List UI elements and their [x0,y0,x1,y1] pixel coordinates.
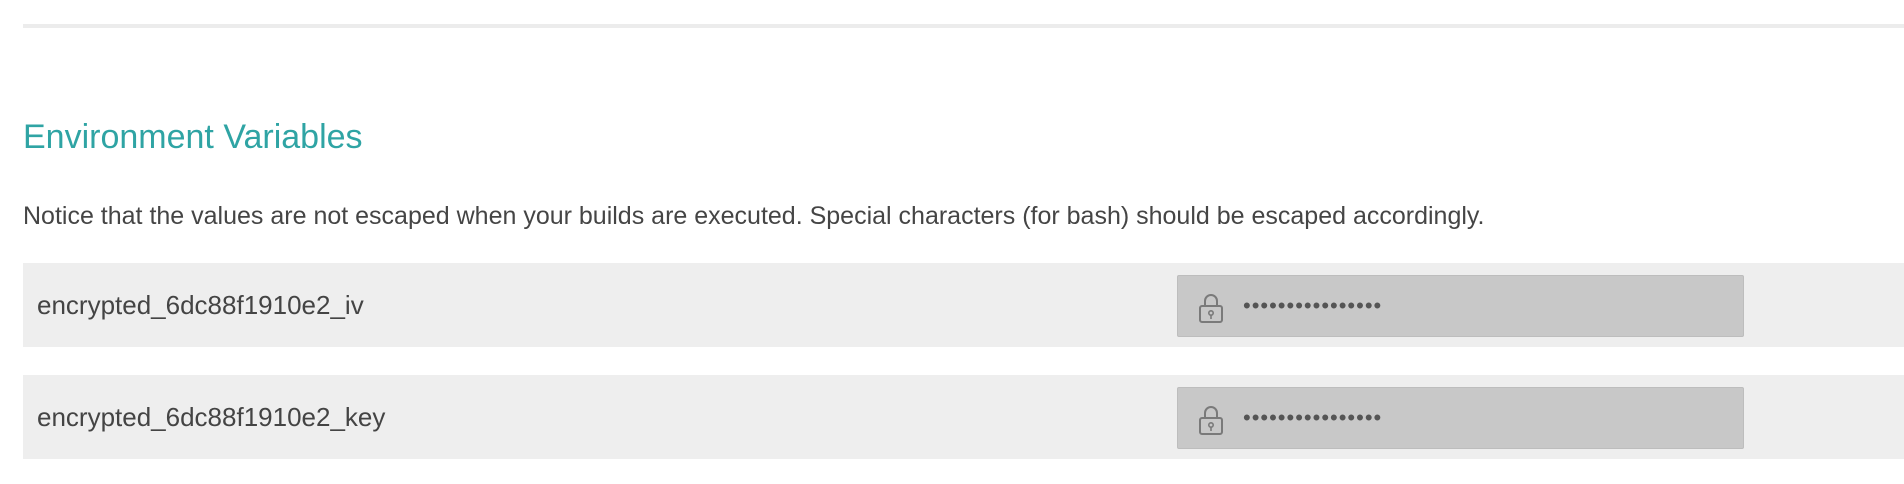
env-var-name: encrypted_6dc88f1910e2_iv [37,290,364,320]
masked-value: •••••••••••••••• [1243,405,1383,430]
env-var-value-field[interactable]: •••••••••••••••• [1177,387,1744,449]
env-var-list: encrypted_6dc88f1910e2_iv ••••••••••••••… [23,263,1904,484]
lock-icon [1199,406,1223,435]
env-var-row: encrypted_6dc88f1910e2_iv ••••••••••••••… [23,263,1904,347]
settings-page: Environment Variables Notice that the va… [0,0,1904,484]
env-var-row: encrypted_6dc88f1910e2_key •••••••••••••… [23,375,1904,459]
escape-notice: Notice that the values are not escaped w… [23,202,1485,230]
env-var-name: encrypted_6dc88f1910e2_key [37,402,386,432]
env-var-value-field[interactable]: •••••••••••••••• [1177,275,1744,337]
section-title: Environment Variables [23,118,363,156]
section-divider [23,24,1904,28]
masked-value: •••••••••••••••• [1243,293,1383,318]
lock-icon [1199,294,1223,323]
